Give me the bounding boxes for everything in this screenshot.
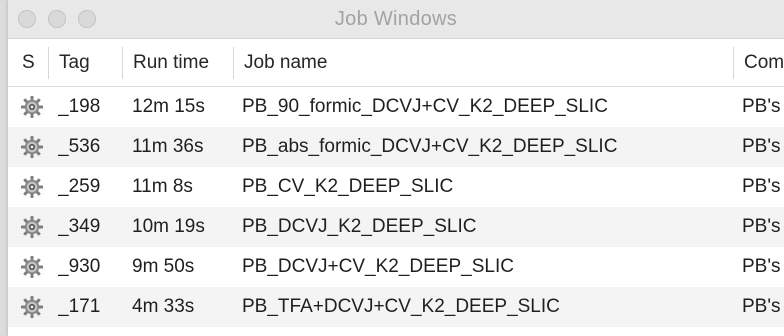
job-name: PB_90_formic_DCVJ+CV_K2_DEEP_SLIC	[242, 96, 608, 117]
table-row[interactable]: _171 4m 33s PB_TFA+DCVJ+CV_K2_DEEP_SLIC …	[8, 287, 784, 327]
job-tag: _198	[58, 96, 101, 117]
job-name: PB_DCVJ+CV_K2_DEEP_SLIC	[242, 256, 514, 277]
job-run-time: 12m 15s	[132, 96, 205, 117]
column-header-run-time[interactable]: Run time	[123, 39, 233, 86]
job-tag: _349	[58, 216, 101, 237]
title-bar[interactable]: Job Windows	[8, 0, 784, 39]
job-comment: PB's	[742, 296, 781, 317]
job-run-time: 10m 19s	[132, 216, 205, 237]
job-comment: PB's	[742, 256, 781, 277]
column-header-comment[interactable]: Com	[734, 39, 784, 86]
table-header: S Tag Run time Job name Com	[8, 39, 784, 87]
table-row[interactable]: _259 11m 8s PB_CV_K2_DEEP_SLIC PB's	[8, 167, 784, 207]
job-name: PB_DCVJ_K2_DEEP_SLIC	[242, 216, 477, 237]
gear-icon	[21, 176, 43, 198]
job-tag: _171	[58, 296, 101, 317]
gear-icon	[21, 96, 43, 118]
job-comment: PB's	[742, 216, 781, 237]
job-tag: _259	[58, 176, 101, 197]
job-tag: _536	[58, 136, 101, 157]
column-header-job-name[interactable]: Job name	[234, 39, 732, 86]
job-comment: PB's	[742, 136, 781, 157]
table-row[interactable]: _930 9m 50s PB_DCVJ+CV_K2_DEEP_SLIC PB's	[8, 247, 784, 287]
job-run-time: 9m 50s	[132, 256, 195, 277]
gear-icon	[21, 136, 43, 158]
table-row[interactable]: _349 10m 19s PB_DCVJ_K2_DEEP_SLIC PB's	[8, 207, 784, 247]
job-list: _198 12m 15s PB_90_formic_DCVJ+CV_K2_DEE…	[8, 87, 784, 327]
job-tag: _930	[58, 256, 101, 277]
job-name: PB_TFA+DCVJ+CV_K2_DEEP_SLIC	[242, 296, 560, 317]
column-header-tag[interactable]: Tag	[49, 39, 122, 86]
window-title: Job Windows	[334, 8, 458, 30]
job-run-time: 11m 36s	[132, 136, 204, 157]
table-row[interactable]: _536 11m 36s PB_abs_formic_DCVJ+CV_K2_DE…	[8, 127, 784, 167]
job-comment: PB's	[742, 176, 781, 197]
gear-icon	[21, 296, 43, 318]
job-windows-panel: Job Windows S Tag Run time Job name Com …	[8, 0, 784, 336]
job-name: PB_CV_K2_DEEP_SLIC	[242, 176, 454, 197]
job-comment: PB's	[742, 96, 781, 117]
job-run-time: 11m 8s	[132, 176, 193, 197]
gear-icon	[21, 256, 43, 278]
table-row[interactable]: _198 12m 15s PB_90_formic_DCVJ+CV_K2_DEE…	[8, 87, 784, 127]
job-run-time: 4m 33s	[132, 296, 195, 317]
gear-icon	[21, 216, 43, 238]
column-header-status[interactable]: S	[12, 39, 48, 86]
job-name: PB_abs_formic_DCVJ+CV_K2_DEEP_SLIC	[242, 136, 618, 157]
